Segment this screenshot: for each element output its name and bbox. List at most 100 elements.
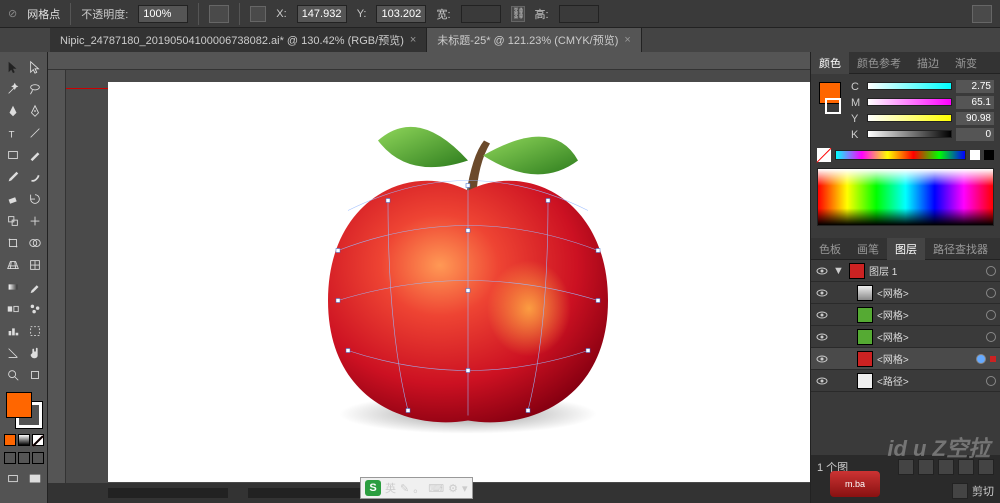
spectrum-bar[interactable] bbox=[835, 150, 966, 160]
rotate-tool[interactable] bbox=[24, 188, 46, 210]
ime-logo-icon[interactable]: S bbox=[365, 480, 381, 496]
white-swatch[interactable] bbox=[970, 150, 980, 160]
target-icon[interactable] bbox=[986, 288, 996, 298]
apple-artwork[interactable] bbox=[308, 101, 628, 431]
x-field[interactable]: 147.932 bbox=[297, 5, 347, 23]
tab-gradient[interactable]: 渐变 bbox=[947, 52, 985, 74]
m-value[interactable]: 65.1 bbox=[956, 96, 994, 109]
eyedropper-tool[interactable] bbox=[24, 276, 46, 298]
fill-stroke-swatches[interactable] bbox=[6, 392, 42, 428]
target-icon[interactable] bbox=[986, 310, 996, 320]
draw-behind-icon[interactable] bbox=[18, 452, 30, 464]
scale-tool[interactable] bbox=[2, 210, 24, 232]
none-mode-icon[interactable] bbox=[32, 434, 44, 446]
visibility-icon[interactable] bbox=[815, 374, 829, 388]
layer-row[interactable]: <网格> bbox=[811, 348, 1000, 370]
artboard-thumbnail[interactable]: m.ba bbox=[830, 471, 880, 497]
layer-name[interactable]: <网格> bbox=[877, 285, 982, 300]
ime-menu-icon[interactable]: ▾ bbox=[462, 482, 468, 495]
opacity-field[interactable]: 100% bbox=[138, 5, 188, 23]
brush-tool[interactable] bbox=[24, 144, 46, 166]
y-field[interactable]: 103.202 bbox=[376, 5, 426, 23]
color-mode-icon[interactable] bbox=[4, 434, 16, 446]
rectangle-tool[interactable] bbox=[2, 144, 24, 166]
layer-row[interactable]: <路径> bbox=[811, 370, 1000, 392]
ime-punct-icon[interactable]: ✎ bbox=[400, 482, 409, 495]
visibility-icon[interactable] bbox=[815, 264, 829, 278]
mesh-tool[interactable] bbox=[24, 254, 46, 276]
artboard-tool[interactable] bbox=[24, 320, 46, 342]
tab-layers[interactable]: 图层 bbox=[887, 238, 925, 260]
black-swatch[interactable] bbox=[984, 150, 994, 160]
pencil-tool[interactable] bbox=[2, 166, 24, 188]
horizontal-ruler[interactable] bbox=[48, 52, 810, 70]
tab-brushes[interactable]: 画笔 bbox=[849, 238, 887, 260]
tab-pathfinder[interactable]: 路径查找器 bbox=[925, 238, 996, 260]
print-tiling-tool[interactable] bbox=[24, 364, 46, 386]
c-slider[interactable] bbox=[867, 82, 952, 92]
screen-mode-icon[interactable] bbox=[2, 468, 24, 490]
curvature-tool[interactable] bbox=[24, 100, 46, 122]
panel-menu-icon[interactable] bbox=[972, 5, 992, 23]
expand-icon[interactable]: ▼ bbox=[833, 265, 845, 277]
document-tab[interactable]: 未标题-25* @ 121.23% (CMYK/预览) × bbox=[427, 28, 642, 52]
gradient-mode-icon[interactable] bbox=[18, 434, 30, 446]
y-value[interactable]: 90.98 bbox=[956, 112, 994, 125]
tab-color-guide[interactable]: 颜色参考 bbox=[849, 52, 909, 74]
layer-name[interactable]: 图层 1 bbox=[869, 263, 982, 278]
tab-swatches[interactable]: 色板 bbox=[811, 238, 849, 260]
target-icon[interactable] bbox=[976, 354, 986, 364]
column-graph-tool[interactable] bbox=[2, 320, 24, 342]
y-slider[interactable] bbox=[867, 114, 952, 124]
magic-wand-tool[interactable] bbox=[2, 78, 24, 100]
gradient-tool[interactable] bbox=[2, 276, 24, 298]
line-tool[interactable] bbox=[24, 122, 46, 144]
draw-normal-icon[interactable] bbox=[4, 452, 16, 464]
k-slider[interactable] bbox=[867, 130, 952, 140]
target-icon[interactable] bbox=[986, 332, 996, 342]
w-field[interactable] bbox=[461, 5, 501, 23]
visibility-icon[interactable] bbox=[815, 352, 829, 366]
tab-stroke[interactable]: 描边 bbox=[909, 52, 947, 74]
type-tool[interactable]: T bbox=[2, 122, 24, 144]
perspective-grid-tool[interactable] bbox=[2, 254, 24, 276]
ime-lang[interactable]: 英 bbox=[385, 480, 396, 496]
none-color-icon[interactable] bbox=[817, 148, 831, 162]
layer-row[interactable]: <网格> bbox=[811, 304, 1000, 326]
document-tab[interactable]: Nipic_24787180_20190504100006738082.ai* … bbox=[50, 28, 427, 52]
style-icon[interactable] bbox=[209, 5, 229, 23]
link-wh-icon[interactable]: ⛓ bbox=[511, 6, 525, 22]
draw-inside-icon[interactable] bbox=[32, 452, 44, 464]
ime-keyboard-icon[interactable]: ⌨ bbox=[428, 482, 444, 495]
eraser-tool[interactable] bbox=[2, 188, 24, 210]
target-icon[interactable] bbox=[986, 376, 996, 386]
layer-name[interactable]: <网格> bbox=[877, 307, 982, 322]
hand-tool[interactable] bbox=[24, 342, 46, 364]
panel-stroke-swatch[interactable] bbox=[825, 98, 841, 114]
ime-dot[interactable]: 。 bbox=[413, 480, 424, 496]
visibility-icon[interactable] bbox=[815, 286, 829, 300]
shape-builder-tool[interactable] bbox=[24, 232, 46, 254]
layer-row[interactable]: <网格> bbox=[811, 282, 1000, 304]
h-field[interactable] bbox=[559, 5, 599, 23]
layer-row[interactable]: ▼ 图层 1 bbox=[811, 260, 1000, 282]
direct-selection-tool[interactable] bbox=[24, 56, 46, 78]
artboard[interactable] bbox=[108, 82, 810, 482]
layer-row[interactable]: <网格> bbox=[811, 326, 1000, 348]
fill-swatch[interactable] bbox=[6, 392, 32, 418]
ime-settings-icon[interactable]: ⚙ bbox=[448, 482, 458, 495]
layer-name[interactable]: <网格> bbox=[877, 351, 972, 366]
point-type-icon[interactable] bbox=[250, 6, 266, 22]
slice-tool[interactable] bbox=[2, 342, 24, 364]
vertical-ruler[interactable] bbox=[48, 70, 66, 503]
width-tool[interactable] bbox=[24, 210, 46, 232]
layer-name[interactable]: <路径> bbox=[877, 373, 982, 388]
visibility-icon[interactable] bbox=[815, 330, 829, 344]
zoom-tool[interactable] bbox=[2, 364, 24, 386]
blend-tool[interactable] bbox=[2, 298, 24, 320]
tab-color[interactable]: 颜色 bbox=[811, 52, 849, 74]
close-icon[interactable]: × bbox=[410, 34, 416, 46]
m-slider[interactable] bbox=[867, 98, 952, 108]
color-spectrum[interactable] bbox=[817, 168, 994, 226]
c-value[interactable]: 2.75 bbox=[956, 80, 994, 93]
